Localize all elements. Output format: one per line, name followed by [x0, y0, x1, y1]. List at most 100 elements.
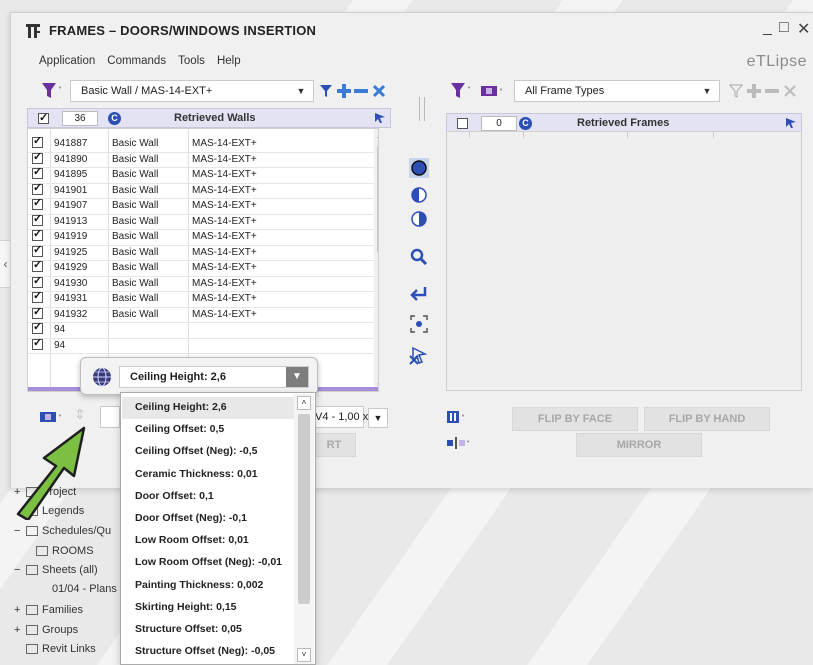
frame-type-combo[interactable]: All Frame Types ▼ [514, 80, 720, 102]
table-row[interactable]: 941901 Basic Wall MAS-14-EXT+ [28, 182, 368, 197]
frame-add-button[interactable] [746, 81, 762, 101]
select-all-frames-checkbox[interactable] [457, 118, 468, 129]
flip-by-hand-button[interactable]: FLIP BY HAND [644, 407, 770, 431]
table-row[interactable]: 941925 Basic Wall MAS-14-EXT+ [28, 244, 368, 259]
frame-clear-button[interactable] [782, 81, 798, 101]
browser-item[interactable]: ROOMS [24, 545, 94, 557]
row-checkbox[interactable] [32, 321, 43, 334]
dropdown-option[interactable]: Door Offset (Neg): -0,1 [135, 512, 247, 524]
scroll-down-icon[interactable]: ˅ [297, 648, 311, 662]
browser-item[interactable]: + Families [14, 604, 83, 616]
expander-icon[interactable]: + [14, 604, 26, 616]
apply-filter-button[interactable] [318, 81, 334, 101]
wall-type-combo[interactable]: Basic Wall / MAS-14-EXT+ ▼ [70, 80, 314, 102]
row-checkbox[interactable] [32, 290, 43, 303]
menu-commands[interactable]: Commands [107, 55, 166, 67]
both-sides-button[interactable] [408, 157, 430, 179]
browser-item[interactable]: − Schedules/Qu [14, 525, 111, 537]
table-row[interactable]: 941931 Basic Wall MAS-14-EXT+ [28, 290, 368, 305]
table-row[interactable]: 94 [28, 337, 368, 352]
dropdown-option[interactable]: Ceiling Height: 2,6 [135, 401, 227, 413]
frame-apply-filter-button[interactable] [728, 81, 744, 101]
table-row[interactable]: 941907 Basic Wall MAS-14-EXT+ [28, 197, 368, 212]
row-checkbox[interactable] [32, 151, 43, 164]
table-row[interactable]: 941930 Basic Wall MAS-14-EXT+ [28, 275, 368, 290]
filter-dropdown-button[interactable]: ˅ [38, 81, 68, 101]
insert-button[interactable] [408, 283, 430, 305]
refresh-walls-icon[interactable]: C [108, 112, 121, 125]
clear-button[interactable] [371, 81, 387, 101]
browser-item[interactable]: + Groups [14, 624, 78, 636]
scroll-thumb[interactable] [377, 145, 378, 253]
dropdown-option[interactable]: Skirting Height: 0,15 [135, 601, 237, 613]
dropdown-option[interactable]: Low Room Offset (Neg): -0,01 [135, 556, 282, 568]
table-row[interactable]: 941890 Basic Wall MAS-14-EXT+ [28, 151, 368, 166]
table-row[interactable]: 941929 Basic Wall MAS-14-EXT+ [28, 259, 368, 274]
right-side-button[interactable] [408, 208, 430, 230]
row-checkbox[interactable] [32, 275, 43, 288]
menu-tools[interactable]: Tools [178, 55, 205, 67]
dropdown-option[interactable]: Ceiling Offset: 0,5 [135, 423, 224, 435]
row-checkbox[interactable] [32, 182, 43, 195]
close-button[interactable]: ✕ [797, 19, 810, 39]
refresh-frames-icon[interactable]: C [519, 117, 532, 130]
frame-layout-dropdown[interactable]: ˅ [446, 407, 468, 427]
row-checkbox[interactable] [32, 166, 43, 179]
row-checkbox[interactable] [32, 197, 43, 210]
select-all-walls-checkbox[interactable] [38, 111, 49, 124]
row-checkbox[interactable] [32, 228, 43, 241]
scale-combo-dropdown[interactable]: ▼ [368, 408, 388, 428]
dropdown-option[interactable]: Painting Thickness: 0,002 [135, 579, 263, 591]
minimize-button[interactable]: _ [763, 19, 772, 37]
scale-combo[interactable]: V4 - 1,00 x [312, 406, 368, 428]
expander-icon[interactable]: − [14, 564, 26, 576]
browser-item[interactable]: − Sheets (all) [14, 564, 98, 576]
table-row[interactable]: 941913 Basic Wall MAS-14-EXT+ [28, 213, 368, 228]
pick-cursor-icon[interactable] [374, 112, 386, 124]
mirror-button[interactable]: MIRROR [576, 433, 702, 457]
dropdown-scrollbar[interactable]: ˄ ˅ [294, 394, 314, 664]
scroll-up-icon[interactable]: ˄ [297, 396, 311, 410]
insert-partial-button[interactable]: RT [312, 433, 356, 457]
frame-remove-button[interactable] [764, 81, 780, 101]
scroll-up-icon[interactable]: ˄ [377, 131, 378, 141]
row-checkbox[interactable] [32, 259, 43, 272]
parameter-combo[interactable]: Ceiling Height: 2,6 ▼ [119, 366, 309, 388]
walls-scrollbar[interactable]: ˄ ˅ [374, 129, 378, 391]
browser-item[interactable]: Revit Links [14, 643, 96, 655]
frame-view-dropdown-button[interactable]: ˅ [478, 81, 508, 101]
row-checkbox[interactable] [32, 306, 43, 319]
flip-by-face-button[interactable]: FLIP BY FACE [512, 407, 638, 431]
table-row[interactable]: 94 [28, 321, 368, 336]
fit-view-button[interactable] [408, 313, 430, 335]
mirror-axis-dropdown[interactable]: ˅ [446, 433, 472, 453]
dropdown-option[interactable]: Ceiling Offset (Neg): -0,5 [135, 445, 258, 457]
pick-cursor-icon[interactable] [785, 117, 797, 129]
deselect-button[interactable] [408, 345, 430, 367]
splitter-handle[interactable] [419, 97, 425, 121]
row-checkbox[interactable] [32, 135, 43, 148]
dropdown-option[interactable]: Structure Offset: 0,05 [135, 623, 242, 635]
row-checkbox[interactable] [32, 244, 43, 257]
menu-application[interactable]: Application [39, 55, 95, 67]
add-button[interactable] [336, 81, 352, 101]
frame-filter-dropdown-button[interactable]: ˅ [448, 81, 476, 101]
remove-button[interactable] [353, 81, 369, 101]
row-checkbox[interactable] [32, 213, 43, 226]
table-row[interactable]: 941895 Basic Wall MAS-14-EXT+ [28, 166, 368, 181]
dropdown-option[interactable]: Ceramic Thickness: 0,01 [135, 468, 258, 480]
browser-item[interactable]: 01/04 - Plans [24, 583, 117, 595]
zoom-button[interactable] [408, 246, 430, 268]
menu-help[interactable]: Help [217, 55, 241, 67]
expander-icon[interactable]: − [14, 525, 26, 537]
table-row[interactable]: 941887 Basic Wall MAS-14-EXT+ [28, 135, 368, 150]
chevron-down-icon[interactable]: ▼ [286, 367, 308, 387]
maximize-button[interactable]: □ [779, 19, 789, 37]
dropdown-option[interactable]: Structure Offset (Neg): -0,05 [135, 645, 275, 657]
dropdown-option[interactable]: Door Offset: 0,1 [135, 490, 214, 502]
offset-input[interactable] [100, 406, 120, 428]
left-side-button[interactable] [408, 184, 430, 206]
expander-icon[interactable]: + [14, 624, 26, 636]
dropdown-option[interactable]: Low Room Offset: 0,01 [135, 534, 249, 546]
table-row[interactable]: 941919 Basic Wall MAS-14-EXT+ [28, 228, 368, 243]
